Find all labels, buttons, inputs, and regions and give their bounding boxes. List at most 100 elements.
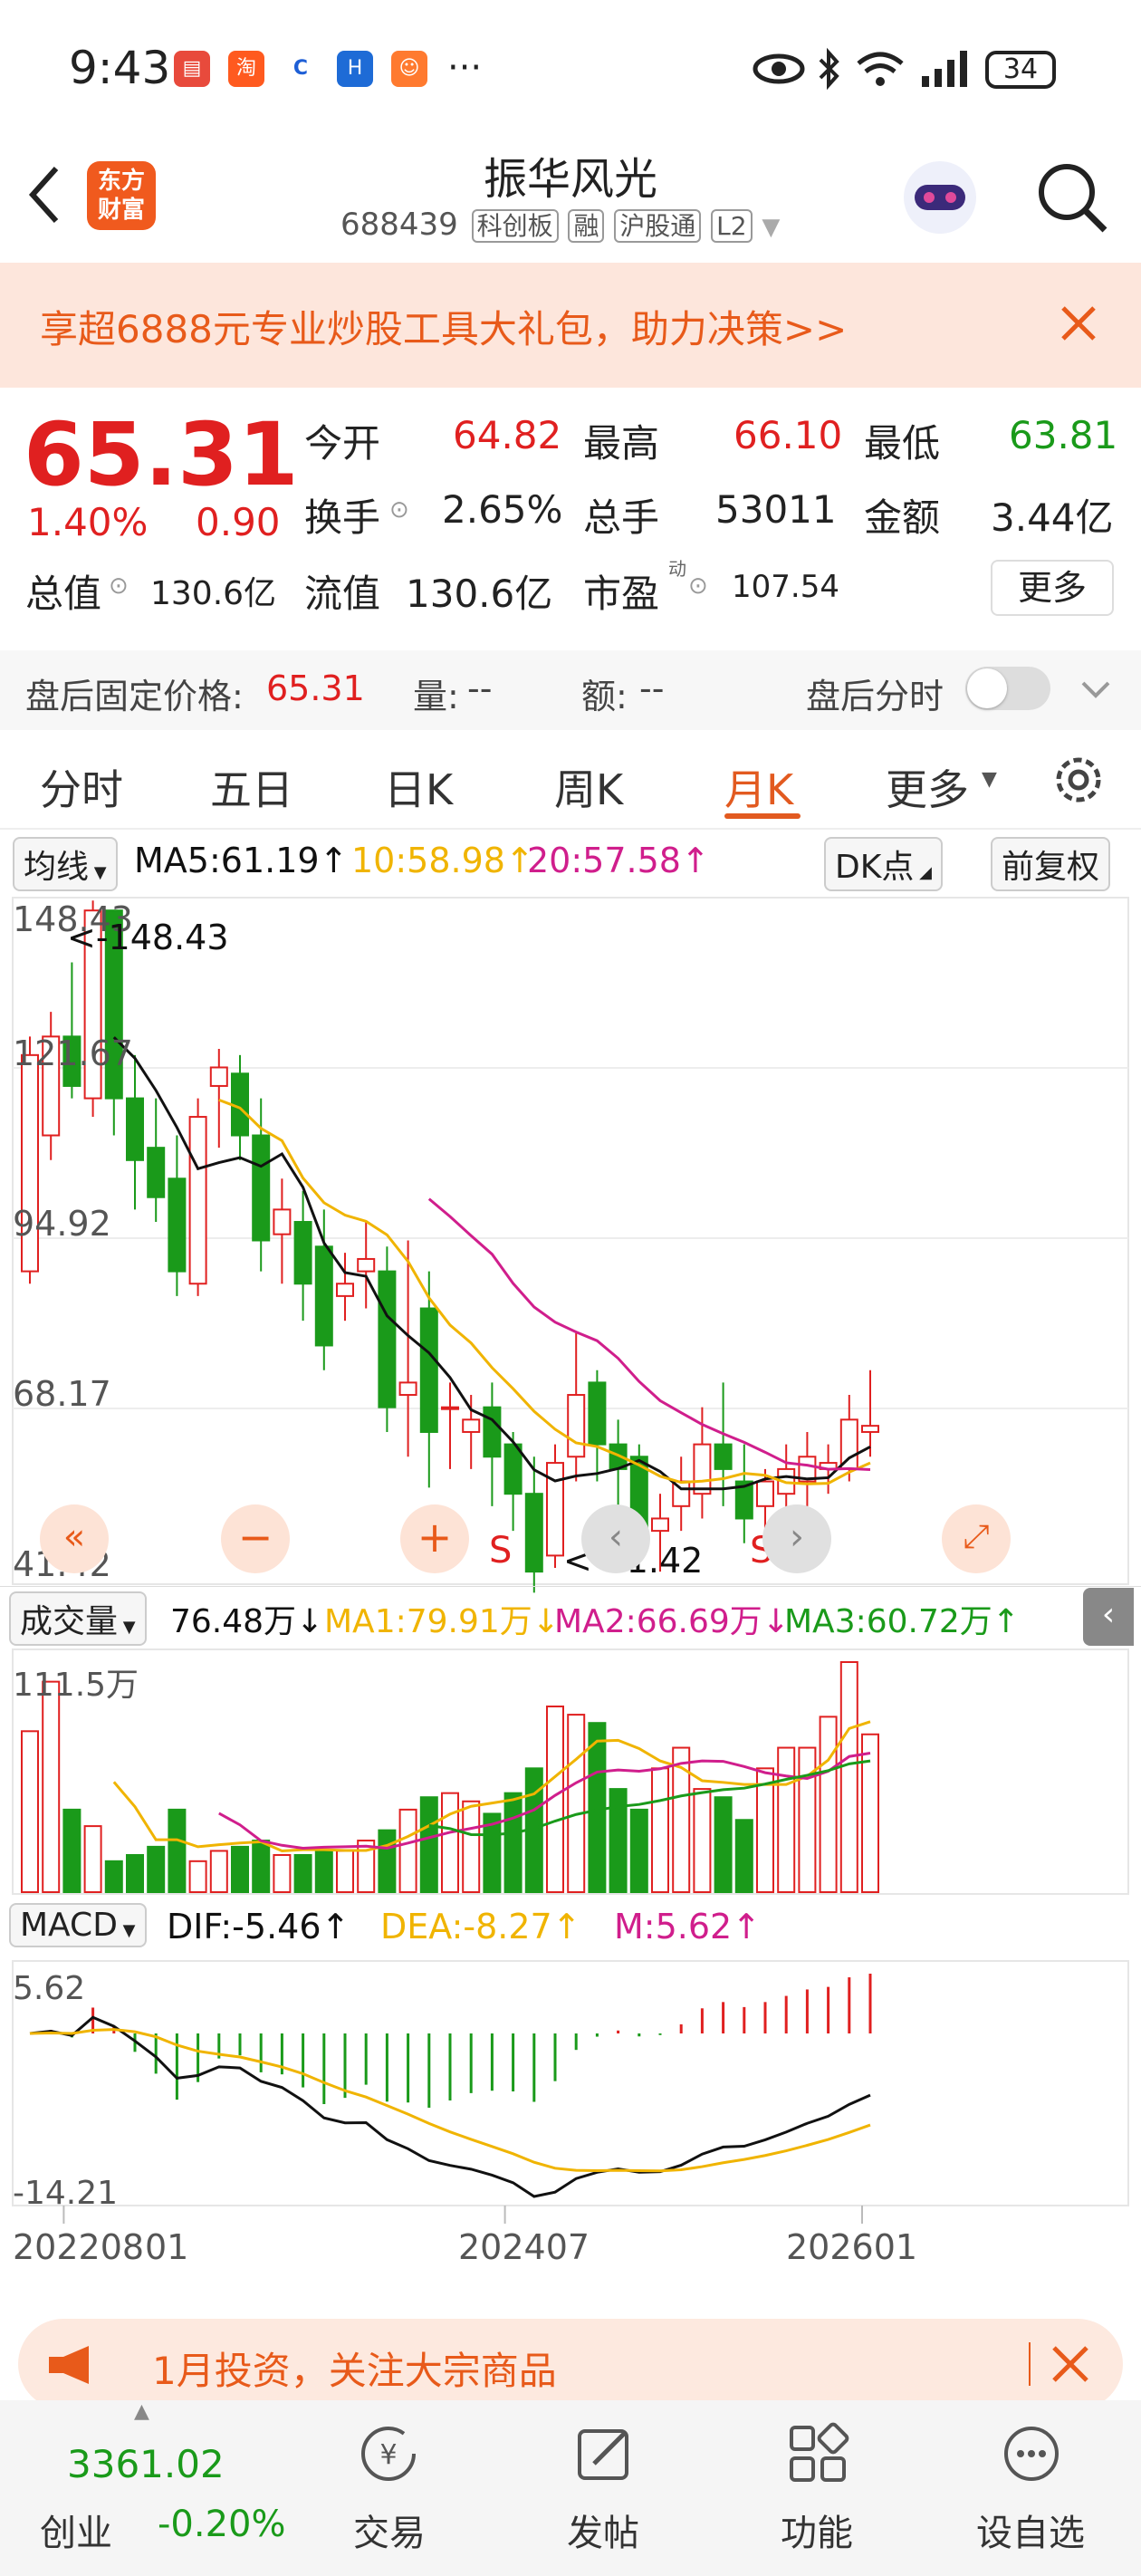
zoom-out-button[interactable]: − bbox=[221, 1504, 290, 1573]
app-icon-taobao: 淘 bbox=[228, 51, 264, 87]
volume-ma1: MA1:79.91万↓ bbox=[324, 1603, 560, 1640]
info-icon[interactable]: ⊙ bbox=[109, 572, 129, 600]
bluetooth-icon bbox=[819, 47, 839, 91]
info-icon[interactable]: ⊙ bbox=[688, 572, 708, 600]
banner-text: 享超6888元专业炒股工具大礼包，助力决策>> bbox=[40, 307, 848, 351]
promo-banner[interactable]: 享超6888元专业炒股工具大礼包，助力决策>> bbox=[0, 263, 1141, 388]
tab-five-day[interactable]: 五日 bbox=[210, 757, 293, 817]
ma5-value: MA5:61.19↑ bbox=[134, 841, 349, 880]
max-price-marker: <-148.43 bbox=[67, 918, 229, 957]
after-hours-amt: -- bbox=[639, 668, 665, 708]
volume-bar bbox=[231, 1845, 249, 1894]
tab-daily-k[interactable]: 日K bbox=[384, 757, 453, 817]
dk-point-button[interactable]: DK点 ◢ bbox=[824, 837, 943, 891]
next-button[interactable]: › bbox=[762, 1504, 831, 1573]
volume-bar bbox=[209, 1850, 228, 1893]
tab-weekly-k[interactable]: 周K bbox=[554, 757, 623, 817]
macd-dea: DEA:-8.27↑ bbox=[380, 1907, 581, 1946]
pe-value: 107.54 bbox=[732, 569, 839, 605]
macd-selector[interactable]: MACD ▼ bbox=[9, 1903, 147, 1947]
battery-level: 34 bbox=[1002, 53, 1039, 85]
chevron-down-icon[interactable] bbox=[1079, 676, 1112, 703]
settings-gear-icon[interactable] bbox=[1050, 752, 1107, 808]
dk-point-label: DK点 bbox=[835, 849, 915, 886]
tab-timeshare[interactable]: 分时 bbox=[40, 757, 123, 817]
index-value[interactable]: 3361.02 bbox=[67, 2442, 225, 2486]
candle-body bbox=[293, 1221, 312, 1285]
zoom-in-button[interactable]: + bbox=[400, 1504, 469, 1573]
search-icon[interactable] bbox=[1032, 158, 1110, 235]
collapse-panel-icon[interactable]: ‹ bbox=[1083, 1588, 1134, 1646]
volume-bar bbox=[462, 1800, 481, 1894]
post-label[interactable]: 发帖 bbox=[531, 2504, 676, 2556]
tag-margin: 融 bbox=[568, 209, 605, 243]
index-name[interactable]: 创业 bbox=[40, 2504, 112, 2556]
app-logo[interactable]: 东方 财富 bbox=[87, 161, 156, 230]
news-promo-bar[interactable]: 1月投资，关注大宗商品 bbox=[18, 2319, 1123, 2409]
candle-body bbox=[188, 1116, 207, 1285]
x-axis-label-1: 202208 bbox=[13, 2227, 145, 2267]
close-icon[interactable] bbox=[1058, 303, 1099, 344]
volume-bar bbox=[314, 1850, 333, 1893]
candle-body bbox=[378, 1270, 397, 1408]
index-percent[interactable]: -0.20% bbox=[158, 2504, 286, 2545]
candle-body bbox=[209, 1066, 228, 1087]
tab-monthly-k[interactable]: 月K bbox=[724, 757, 793, 817]
volume-axis-top: 111.5万 bbox=[13, 1667, 139, 1704]
functions-icon[interactable] bbox=[786, 2422, 849, 2485]
signal-icon bbox=[922, 51, 967, 87]
robot-avatar-icon[interactable] bbox=[896, 154, 983, 241]
post-icon[interactable] bbox=[572, 2422, 636, 2485]
volume-bar bbox=[567, 1714, 586, 1893]
volume-bar bbox=[819, 1716, 838, 1894]
x-axis-label-4: 202601 bbox=[786, 2227, 918, 2267]
chevron-down-icon: ▼ bbox=[762, 214, 781, 241]
high-value: 66.10 bbox=[734, 413, 843, 457]
volume-selector[interactable]: 成交量 ▼ bbox=[9, 1591, 147, 1646]
candle-body bbox=[357, 1257, 376, 1273]
volume-bar bbox=[336, 1850, 354, 1893]
ma-selector-label: 均线 bbox=[24, 849, 90, 886]
fullscreen-icon[interactable]: ⤢ bbox=[942, 1504, 1011, 1573]
trade-label[interactable]: 交易 bbox=[317, 2504, 462, 2556]
app-icon-red: ▤ bbox=[174, 51, 210, 87]
trade-icon[interactable]: ¥ bbox=[357, 2422, 420, 2485]
market-cap-label: 总值 bbox=[25, 572, 102, 616]
after-hours-vol: -- bbox=[467, 668, 493, 708]
after-hours-toggle[interactable] bbox=[965, 667, 1050, 710]
volume-bar bbox=[126, 1853, 144, 1893]
add-watchlist-icon[interactable] bbox=[1000, 2422, 1063, 2485]
pe-dynamic-tag: 动 bbox=[668, 558, 686, 580]
app-icon-blue-h: H bbox=[337, 51, 373, 87]
tab-more[interactable]: 更多 bbox=[886, 757, 969, 817]
volume-bar bbox=[609, 1788, 628, 1893]
info-icon[interactable]: ⊙ bbox=[389, 496, 409, 524]
close-icon[interactable] bbox=[1050, 2344, 1090, 2384]
candle-body bbox=[588, 1381, 607, 1446]
kline-chart[interactable]: SSS 148.43 121.67 94.92 68.17 41.42 <-14… bbox=[0, 892, 1141, 2301]
volume-bar bbox=[651, 1767, 669, 1893]
high-label: 最高 bbox=[583, 421, 660, 466]
after-hours-label: 盘后固定价格: bbox=[25, 677, 244, 716]
chart-period-tabs: 分时 五日 日K 周K 月K 更多 ▼ bbox=[0, 730, 1141, 830]
stock-code-row[interactable]: 688439 科创板 融 沪股通 L2 ▼ bbox=[340, 207, 780, 243]
low-value: 63.81 bbox=[1009, 413, 1118, 457]
volume-bar bbox=[861, 1733, 879, 1893]
adjust-button[interactable]: 前复权 bbox=[991, 837, 1111, 891]
more-button[interactable]: 更多 bbox=[991, 560, 1114, 616]
volume-current: 76.48万↓ bbox=[170, 1603, 324, 1640]
volume-bar bbox=[252, 1840, 271, 1893]
ma-selector[interactable]: 均线 ▼ bbox=[13, 837, 118, 891]
prev-button[interactable]: ‹ bbox=[581, 1504, 650, 1573]
volume-bar bbox=[714, 1796, 733, 1893]
x-axis-label-2: 01 bbox=[145, 2227, 189, 2267]
macd-selector-label: MACD bbox=[20, 1907, 118, 1944]
add-watchlist-label[interactable]: 设自选 bbox=[958, 2504, 1103, 2556]
pan-left-button[interactable]: « bbox=[40, 1504, 109, 1573]
sell-signal-marker: S bbox=[489, 1530, 512, 1572]
after-hours-price: 65.31 bbox=[266, 668, 365, 708]
volume-label: 总手 bbox=[583, 495, 660, 540]
volume-selector-label: 成交量 bbox=[20, 1603, 119, 1640]
functions-label[interactable]: 功能 bbox=[744, 2504, 889, 2556]
back-arrow-icon[interactable] bbox=[25, 163, 62, 226]
